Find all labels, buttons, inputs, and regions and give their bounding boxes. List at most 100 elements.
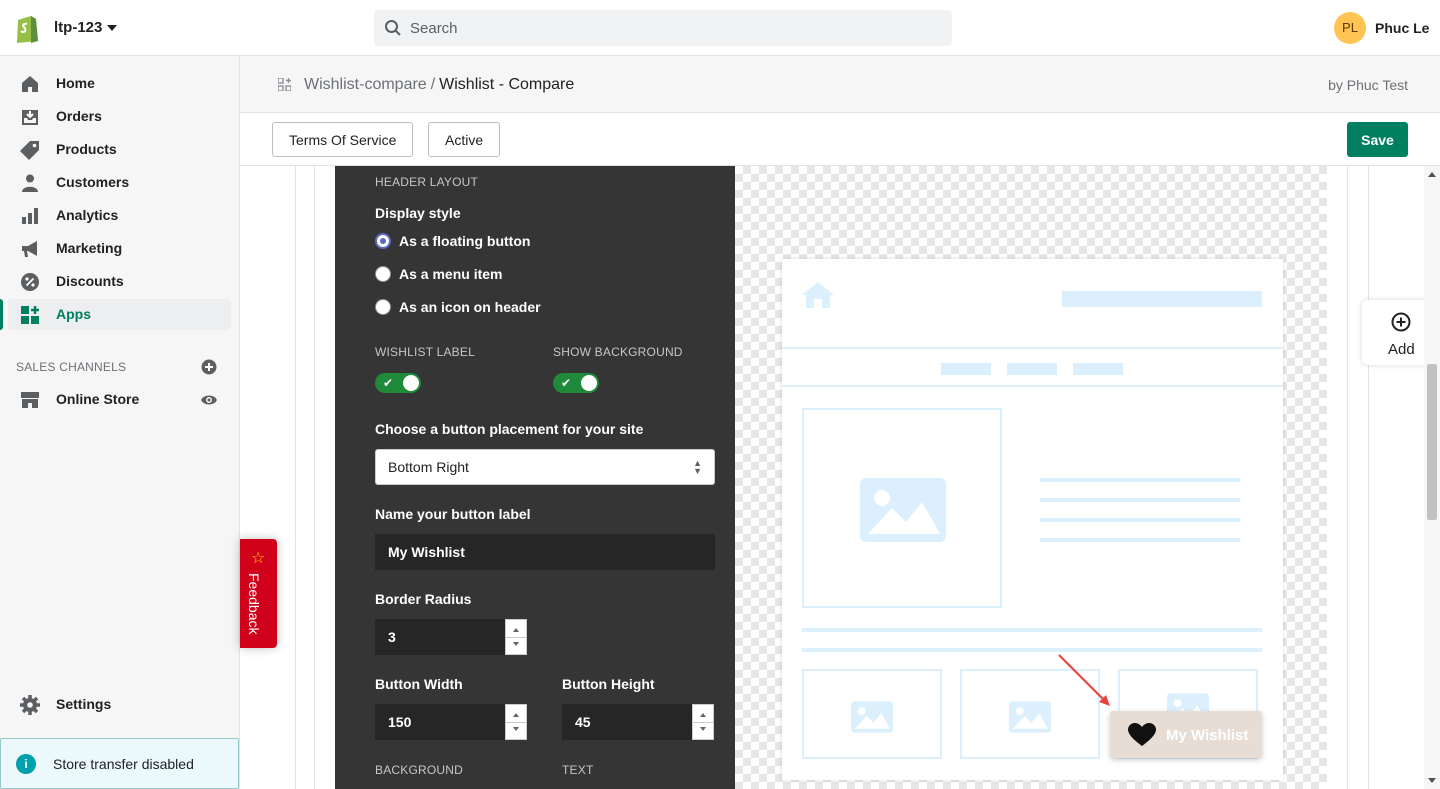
sidebar-item-analytics[interactable]: Analytics [8, 200, 231, 231]
gear-icon [20, 695, 40, 715]
mock-nav-item [1073, 363, 1123, 375]
save-button[interactable]: Save [1347, 122, 1408, 157]
button-label-input[interactable]: My Wishlist [375, 534, 715, 570]
sidebar-item-label: Home [56, 75, 95, 91]
divider [1347, 166, 1348, 789]
button-height-input[interactable]: 45 [562, 704, 692, 740]
sidebar-item-label: Products [56, 141, 117, 157]
wishlist-label-heading: WISHLIST LABEL [375, 345, 475, 359]
person-icon [22, 174, 38, 192]
sidebar-item-label: Analytics [56, 207, 119, 223]
sidebar-item-label: Orders [56, 108, 102, 124]
shopify-logo-icon[interactable] [14, 13, 40, 43]
home-icon [802, 282, 834, 308]
text-heading: TEXT [562, 763, 594, 777]
button-height-stepper[interactable] [692, 704, 714, 740]
store-icon [21, 392, 39, 408]
button-label-value: My Wishlist [388, 544, 465, 560]
sidebar-item-online-store[interactable]: Online Store [8, 384, 231, 415]
button-width-input[interactable]: 150 [375, 704, 505, 740]
stepper-down-icon[interactable] [513, 727, 519, 731]
sidebar: Home Orders Products Customers Analytics… [0, 57, 240, 789]
radio-label[interactable]: As a menu item [399, 266, 502, 282]
app-author: by Phuc Test [1328, 77, 1408, 93]
image-icon [851, 701, 893, 733]
stepper-up-icon[interactable] [513, 628, 519, 632]
border-radius-value: 3 [388, 629, 396, 645]
store-name[interactable]: ltp-123 [54, 19, 102, 36]
feedback-tab[interactable]: ☆ Feedback [240, 539, 277, 648]
mock-text-line [802, 628, 1262, 632]
terms-of-service-button[interactable]: Terms Of Service [272, 122, 414, 157]
scroll-up-icon[interactable] [1428, 172, 1436, 177]
show-background-toggle[interactable]: ✔ [553, 373, 599, 393]
show-background-heading: SHOW BACKGROUND [553, 345, 683, 359]
sidebar-item-discounts[interactable]: Discounts [8, 266, 231, 297]
breadcrumb-parent[interactable]: Wishlist-compare [304, 76, 427, 93]
sidebar-item-label: Discounts [56, 273, 124, 289]
sidebar-item-orders[interactable]: Orders [8, 101, 231, 132]
orders-icon [22, 110, 38, 125]
button-height-value: 45 [575, 714, 591, 730]
store-transfer-text: Store transfer disabled [53, 756, 194, 772]
megaphone-icon [22, 241, 37, 257]
mock-text-line [1040, 518, 1240, 522]
add-label: Add [1388, 341, 1415, 358]
scroll-thumb[interactable] [1427, 364, 1437, 520]
sidebar-item-label: Apps [56, 306, 91, 322]
tag-icon [20, 141, 39, 160]
wishlist-label-toggle[interactable]: ✔ [375, 373, 421, 393]
radio-label[interactable]: As a floating button [399, 233, 530, 249]
avatar[interactable]: PL [1334, 12, 1366, 44]
wishlist-floating-button[interactable]: My Wishlist [1110, 711, 1262, 758]
chevron-down-icon[interactable] [107, 25, 117, 31]
check-icon: ✔ [561, 376, 572, 390]
button-width-title: Button Width [375, 676, 463, 692]
user-name[interactable]: Phuc Le [1375, 20, 1429, 36]
store-transfer-banner: i Store transfer disabled [0, 738, 239, 789]
border-radius-title: Border Radius [375, 591, 472, 607]
border-radius-stepper[interactable] [505, 619, 527, 655]
radio-label[interactable]: As an icon on header [399, 299, 541, 315]
image-icon [860, 478, 946, 542]
feedback-label: Feedback [246, 573, 262, 635]
stepper-up-icon[interactable] [513, 713, 519, 717]
sidebar-item-home[interactable]: Home [8, 68, 231, 99]
info-icon: i [16, 754, 36, 774]
sidebar-item-customers[interactable]: Customers [8, 167, 231, 198]
wishlist-button-label: My Wishlist [1166, 727, 1249, 744]
sidebar-item-settings[interactable]: Settings [8, 689, 231, 720]
mock-text-line [802, 648, 1262, 652]
divider [314, 166, 315, 789]
eye-icon[interactable] [200, 393, 218, 407]
active-button[interactable]: Active [428, 122, 501, 157]
add-channel-icon[interactable] [201, 359, 217, 375]
button-width-value: 150 [388, 714, 412, 730]
mock-nav-item [941, 363, 991, 375]
star-icon: ☆ [251, 550, 266, 567]
radio-floating-button[interactable] [375, 233, 391, 249]
search-input[interactable]: Search [374, 10, 952, 46]
sidebar-item-products[interactable]: Products [8, 134, 231, 165]
settings-panel: HEADER LAYOUT Display style As a floatin… [335, 166, 735, 789]
search-placeholder: Search [410, 20, 458, 37]
radio-icon-on-header[interactable] [375, 299, 391, 315]
discount-icon [21, 273, 39, 291]
sidebar-item-apps[interactable]: Apps [0, 299, 231, 330]
apps-icon [21, 306, 39, 324]
placement-select[interactable]: Bottom Right ▲ ▼ [375, 449, 715, 485]
stepper-up-icon[interactable] [700, 713, 706, 717]
button-width-stepper[interactable] [505, 704, 527, 740]
stepper-down-icon[interactable] [700, 727, 706, 731]
radio-menu-item[interactable] [375, 266, 391, 282]
sales-channels-heading: SALES CHANNELS [16, 360, 127, 374]
scroll-down-icon[interactable] [1428, 778, 1436, 783]
sidebar-item-marketing[interactable]: Marketing [8, 233, 231, 264]
divider [782, 347, 1283, 349]
check-icon: ✔ [383, 376, 394, 390]
border-radius-input[interactable]: 3 [375, 619, 505, 655]
stepper-down-icon[interactable] [513, 642, 519, 646]
scrollbar[interactable] [1424, 166, 1440, 789]
top-bar: ltp-123 Search PL Phuc Le [0, 0, 1440, 56]
sidebar-item-label: Settings [56, 696, 112, 712]
